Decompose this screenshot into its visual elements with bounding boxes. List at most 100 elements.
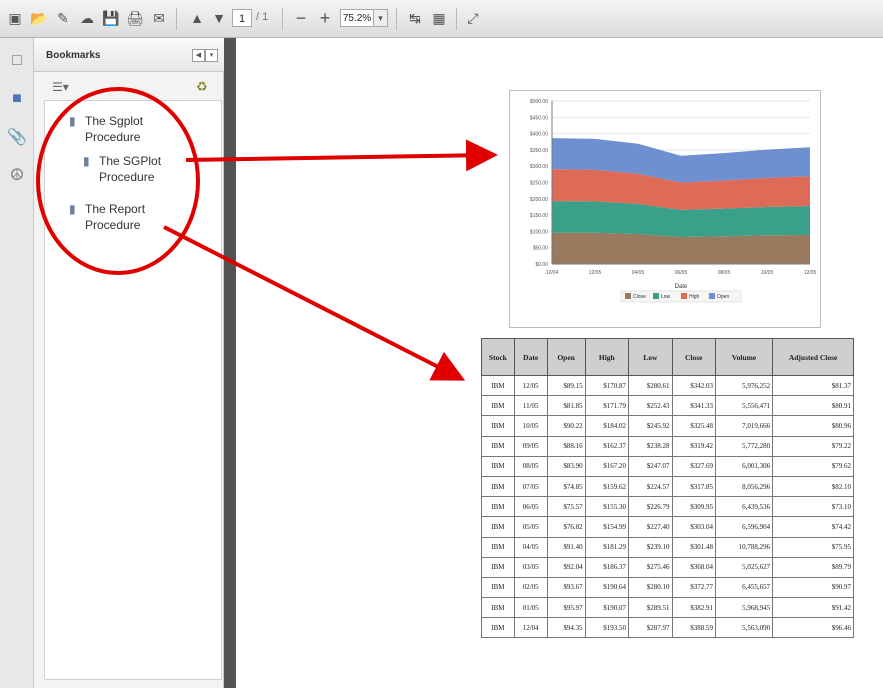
panel-collapse-icon[interactable]: ◀ [192, 49, 205, 62]
table-cell: IBM [481, 536, 515, 558]
table-cell: $155.30 [584, 496, 630, 518]
column-header: Volume [714, 338, 774, 376]
table-cell: $252.43 [628, 395, 673, 417]
table-cell: 07/05 [513, 475, 548, 498]
table-cell: $319.42 [671, 435, 716, 457]
table-cell: $181.29 [584, 536, 630, 558]
x-tick-label: 06/05 [675, 270, 688, 276]
table-cell: $76.82 [546, 516, 586, 538]
table-cell: 10,788,296 [714, 536, 774, 558]
table-header-row: Stock Date Open High Low Close Volume Adjusted … [481, 338, 854, 376]
signatures-icon[interactable]: ☮ [6, 164, 28, 186]
table-cell: $238.28 [628, 435, 673, 457]
table-cell: $301.48 [671, 536, 716, 558]
chevron-down-icon[interactable]: ▾ [374, 9, 388, 27]
navigation-pane-strip: □ ■ 📎 ☮ [0, 38, 34, 688]
fit-page-icon[interactable]: ▦ [428, 7, 450, 29]
zoom-in-icon[interactable]: + [314, 7, 336, 29]
table-cell: IBM [481, 415, 515, 437]
edit-icon[interactable]: ✎ [52, 7, 74, 29]
table-cell: IBM [481, 617, 515, 639]
email-icon[interactable]: ✉ [148, 7, 170, 29]
table-cell: 6,001,306 [714, 455, 774, 477]
prev-page-icon[interactable]: ▲ [186, 7, 208, 29]
pages-icon[interactable]: □ [6, 50, 28, 72]
fullscreen-icon[interactable]: ⤢ [462, 7, 484, 29]
toolbar-divider [456, 8, 457, 30]
table-cell: $289.51 [628, 597, 673, 619]
panel-options-icon[interactable]: ▾ [205, 49, 218, 62]
y-tick-label: $150.00 [530, 213, 548, 219]
table-cell: $317.85 [671, 475, 716, 498]
table-cell: $162.37 [584, 435, 630, 457]
x-tick-label: 12/05 [804, 270, 817, 276]
table-cell: 03/05 [513, 556, 548, 578]
column-header: High [584, 338, 630, 376]
table-cell: 04/05 [513, 536, 548, 558]
attachments-icon[interactable]: 📎 [6, 126, 28, 148]
legend-label: Open [717, 294, 729, 300]
table-cell: $325.48 [671, 415, 716, 437]
save-icon[interactable]: 💾 [100, 7, 122, 29]
table-cell: $74.85 [546, 475, 586, 498]
delete-bookmark-icon[interactable]: ♻ [196, 79, 208, 95]
legend-swatch [709, 293, 715, 299]
table-cell: $89.79 [772, 556, 854, 578]
legend-label: Close [633, 294, 646, 300]
table-cell: $75.95 [772, 536, 854, 558]
table-cell: 5,968,945 [714, 597, 774, 619]
upload-icon[interactable]: ☁ [76, 7, 98, 29]
legend-label: High [689, 294, 700, 300]
column-header: Date [513, 338, 548, 376]
table-row: IBM 10/05 $90.22 $184.02 $245.92 $325.48 7,019… [481, 415, 854, 437]
legend-swatch [625, 293, 631, 299]
table-cell: $154.99 [584, 516, 630, 538]
table-cell: IBM [481, 395, 515, 417]
report-table: Stock Date Open High Low Close Volume Adjusted … [481, 338, 854, 639]
y-tick-label: $0.00 [535, 262, 548, 268]
table-cell: $90.22 [546, 415, 586, 437]
table-cell: 5,563,090 [714, 617, 774, 639]
next-page-icon[interactable]: ▼ [208, 7, 230, 29]
bookmarks-panel: Bookmarks ◀ ▾ ☰▾ ♻ ▮ The Sgplot Procedur… [34, 38, 224, 688]
table-cell: $245.92 [628, 415, 673, 437]
table-cell: 01/05 [513, 597, 548, 619]
table-row: IBM 09/05 $88.16 $162.37 $238.28 $319.42 5,772… [481, 435, 854, 457]
table-cell: $388.59 [671, 617, 716, 639]
y-tick-label: $350.00 [530, 148, 548, 154]
table-cell: IBM [481, 556, 515, 578]
fit-width-icon[interactable]: ↹ [404, 7, 426, 29]
zoom-out-icon[interactable]: − [290, 7, 312, 29]
page-number-input[interactable]: 1 [232, 9, 252, 27]
area-close [552, 232, 810, 264]
bookmarks-icon[interactable]: ■ [6, 88, 28, 110]
table-cell: $93.67 [546, 576, 586, 599]
create-icon[interactable]: ▣ [4, 7, 26, 29]
table-cell: 02/05 [513, 576, 548, 599]
table-cell: $227.40 [628, 516, 673, 538]
panel-title: Bookmarks [46, 50, 101, 61]
table-cell: 5,976,252 [714, 374, 774, 397]
table-cell: $88.16 [546, 435, 586, 457]
table-cell: $83.90 [546, 455, 586, 477]
table-row: IBM 12/05 $89.15 $170.87 $280.61 $342.03 5,976… [481, 374, 854, 397]
zoom-level-input[interactable]: 75.2% [340, 9, 374, 27]
bookmarks-toolbar: ☰▾ ♻ [34, 72, 224, 100]
table-cell: 11/05 [513, 395, 548, 417]
bookmark-icon: ▮ [69, 202, 76, 216]
y-tick-label: $500.00 [530, 99, 548, 105]
table-cell: $327.69 [671, 455, 716, 477]
table-cell: $341.33 [671, 395, 716, 417]
table-cell: 12/05 [513, 374, 548, 397]
table-cell: $280.61 [628, 374, 673, 397]
open-icon[interactable]: 📂 [28, 7, 50, 29]
column-header: Low [628, 338, 673, 376]
bookmark-icon: ▮ [83, 154, 90, 168]
x-tick-label: 12/04 [546, 270, 559, 276]
table-row: IBM 05/05 $76.82 $154.99 $227.40 $303.04 6,596… [481, 516, 854, 538]
bookmark-options-icon[interactable]: ☰▾ [52, 80, 69, 94]
table-cell: $92.04 [546, 556, 586, 578]
print-icon[interactable]: 🖨 [124, 7, 146, 29]
table-cell: $80.91 [772, 395, 854, 417]
y-tick-label: $250.00 [530, 181, 548, 187]
